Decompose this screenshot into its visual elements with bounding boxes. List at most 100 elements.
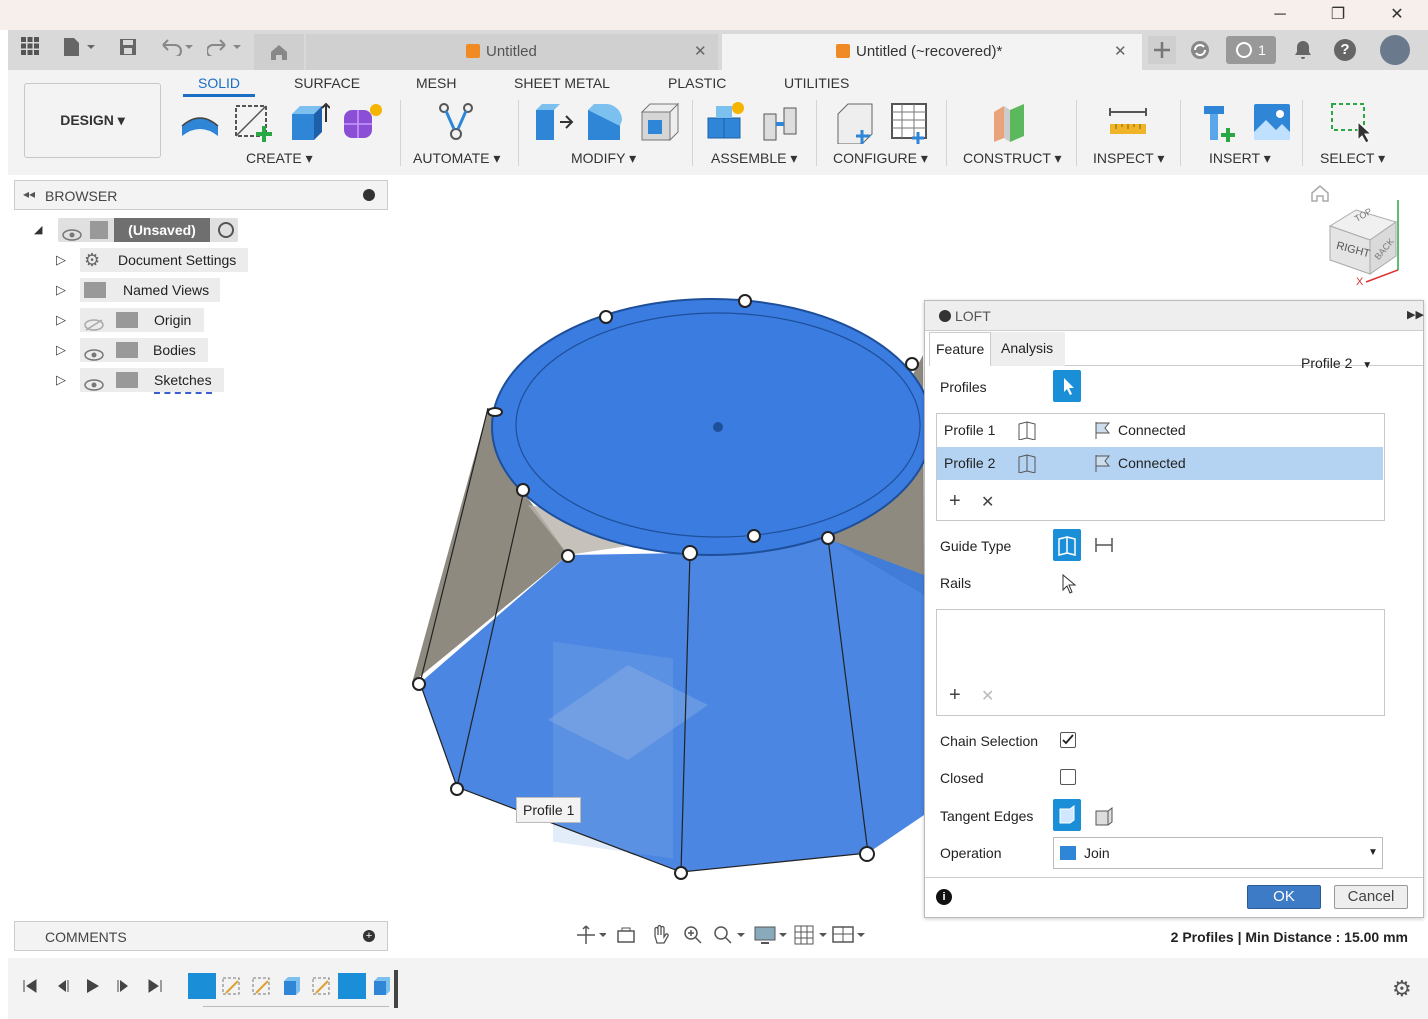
- tab-untitled-recovered[interactable]: Untitled (~recovered)* ✕: [722, 34, 1142, 70]
- visibility-eye-icon[interactable]: [84, 374, 104, 398]
- create-menu[interactable]: CREATE ▾: [246, 150, 313, 167]
- collapse-browser-icon[interactable]: ◂◂: [23, 187, 35, 201]
- tab-close-icon[interactable]: ✕: [1114, 34, 1127, 70]
- hidden-eye-icon[interactable]: [84, 314, 104, 338]
- connected-flag-icon[interactable]: [1093, 420, 1113, 443]
- timeline-last-icon[interactable]: [145, 978, 165, 998]
- timeline-first-icon[interactable]: [20, 978, 40, 998]
- measure-icon[interactable]: [1106, 100, 1150, 144]
- tab-close-icon[interactable]: ✕: [694, 34, 707, 70]
- new-component-icon[interactable]: [704, 100, 748, 144]
- tab-analysis[interactable]: Analysis: [991, 332, 1065, 366]
- assemble-menu[interactable]: ASSEMBLE ▾: [711, 150, 797, 167]
- user-avatar[interactable]: [1380, 35, 1410, 65]
- browser-item-origin[interactable]: ▷ Origin: [56, 308, 256, 332]
- guide-type-rails-button[interactable]: [1053, 529, 1081, 561]
- timeline-settings-gear-icon[interactable]: ⚙: [1392, 976, 1412, 1002]
- info-icon[interactable]: i: [936, 889, 952, 905]
- form-icon[interactable]: [340, 100, 384, 144]
- browser-item-document-settings[interactable]: ▷ ⚙ Document Settings: [56, 248, 256, 272]
- browser-root-row[interactable]: ◢ (Unsaved): [34, 218, 244, 242]
- automate-menu[interactable]: AUTOMATE ▾: [413, 150, 500, 167]
- timeline-play-icon[interactable]: [82, 978, 102, 998]
- timeline-marker[interactable]: [394, 970, 398, 1008]
- zoom-window-icon[interactable]: [712, 924, 746, 951]
- timeline-sketch-feature[interactable]: [188, 973, 216, 999]
- active-component-radio[interactable]: [218, 222, 234, 238]
- browser-item-sketches[interactable]: ▷ Sketches: [56, 368, 256, 394]
- profile-type-icon[interactable]: [1017, 453, 1037, 476]
- inspect-menu[interactable]: INSPECT ▾: [1093, 150, 1164, 167]
- expand-triangle-icon[interactable]: ▷: [56, 308, 66, 332]
- tab-feature[interactable]: Feature: [929, 332, 991, 366]
- expand-triangle-icon[interactable]: ▷: [56, 368, 66, 392]
- browser-minimize-icon[interactable]: [363, 189, 375, 201]
- chain-selection-checkbox[interactable]: [1060, 732, 1076, 748]
- restore-button[interactable]: ❐: [1323, 4, 1353, 26]
- shell-icon[interactable]: [638, 100, 682, 144]
- apps-grid-icon[interactable]: [18, 36, 42, 64]
- zoom-icon[interactable]: [682, 924, 704, 951]
- profile-type-icon[interactable]: [1017, 420, 1037, 443]
- pan-hand-icon[interactable]: [650, 924, 670, 951]
- select-menu[interactable]: SELECT ▾: [1320, 150, 1385, 167]
- loft-icon[interactable]: [178, 100, 222, 144]
- insert-menu[interactable]: INSERT ▾: [1209, 150, 1271, 167]
- visibility-eye-icon[interactable]: [62, 224, 82, 248]
- add-rail-icon[interactable]: +: [949, 684, 961, 707]
- timeline-loft-feature[interactable]: [370, 973, 394, 999]
- fillet-icon[interactable]: [584, 100, 628, 144]
- timeline-sketch-feature[interactable]: [338, 973, 366, 999]
- create-sketch-icon[interactable]: [232, 100, 276, 144]
- select-window-icon[interactable]: [1328, 100, 1373, 144]
- help-icon[interactable]: ?: [1334, 39, 1356, 61]
- press-pull-icon[interactable]: [530, 100, 574, 144]
- browser-item-bodies[interactable]: ▷ Bodies: [56, 338, 256, 362]
- profile-row-selected[interactable]: Profile 2 Connected: [937, 447, 1383, 480]
- home-tab-icon[interactable]: [254, 34, 304, 70]
- browser-panel-header[interactable]: ◂◂ BROWSER: [14, 180, 388, 210]
- collapse-triangle-icon[interactable]: ◢: [34, 218, 42, 242]
- closed-checkbox[interactable]: [1060, 769, 1076, 785]
- automate-icon[interactable]: [434, 100, 478, 144]
- tangent-edges-merge-button[interactable]: [1053, 799, 1081, 831]
- rails-select-cursor-icon[interactable]: [1061, 573, 1077, 598]
- tab-mesh[interactable]: MESH: [416, 75, 456, 91]
- tab-surface[interactable]: SURFACE: [294, 75, 360, 91]
- look-at-icon[interactable]: [616, 925, 636, 950]
- tab-sheet-metal[interactable]: SHEET METAL: [514, 75, 610, 91]
- construct-plane-icon[interactable]: [988, 100, 1032, 144]
- timeline-next-icon[interactable]: [114, 978, 134, 998]
- profile-row[interactable]: Profile 1 Connected: [937, 414, 1383, 447]
- change-parameters-icon[interactable]: [834, 100, 878, 145]
- guide-type-centerline-icon[interactable]: [1093, 535, 1115, 558]
- minimize-button[interactable]: ─: [1265, 4, 1295, 26]
- notifications-bell-icon[interactable]: [1292, 36, 1314, 64]
- redo-icon[interactable]: [206, 36, 242, 64]
- new-tab-icon[interactable]: [1148, 36, 1176, 64]
- tab-solid[interactable]: SOLID: [198, 75, 240, 91]
- profile-selector-dropdown[interactable]: Profile 2 ▼: [1301, 355, 1372, 371]
- profiles-select-button[interactable]: [1053, 370, 1081, 402]
- expand-triangle-icon[interactable]: ▷: [56, 248, 66, 272]
- tab-untitled[interactable]: Untitled ✕: [306, 34, 718, 70]
- operation-select[interactable]: Join ▼: [1053, 837, 1383, 869]
- visibility-eye-icon[interactable]: [84, 344, 104, 368]
- extrude-icon[interactable]: [286, 100, 331, 144]
- joint-icon[interactable]: [758, 100, 802, 144]
- tab-utilities[interactable]: UTILITIES: [784, 75, 849, 91]
- save-icon[interactable]: [116, 36, 140, 64]
- workspace-design-button[interactable]: DESIGN ▾: [24, 83, 161, 158]
- timeline-sketch-feature[interactable]: [220, 973, 244, 999]
- ok-button[interactable]: OK: [1247, 885, 1321, 909]
- add-comment-icon[interactable]: +: [363, 930, 375, 942]
- remove-profile-icon[interactable]: ✕: [981, 492, 994, 512]
- timeline-sketch-feature[interactable]: [250, 973, 274, 999]
- configuration-table-icon[interactable]: [888, 100, 932, 144]
- expand-triangle-icon[interactable]: ▷: [56, 338, 66, 362]
- cancel-button[interactable]: Cancel: [1334, 885, 1408, 909]
- sync-icon[interactable]: [1188, 36, 1212, 64]
- tangent-edges-keep-icon[interactable]: [1093, 806, 1115, 829]
- tab-plastic[interactable]: PLASTIC: [668, 75, 726, 91]
- construct-menu[interactable]: CONSTRUCT ▾: [963, 150, 1062, 167]
